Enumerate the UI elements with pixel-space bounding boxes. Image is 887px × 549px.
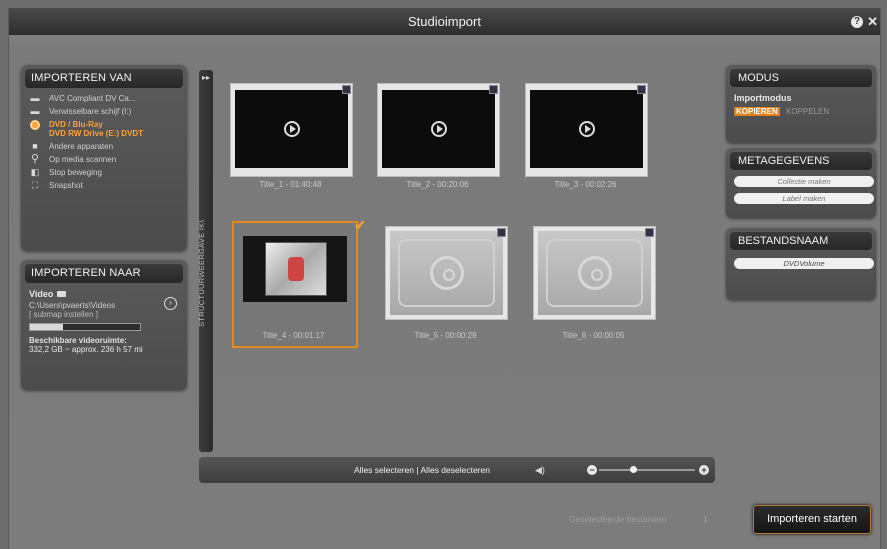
title-thumbnail-2[interactable]: Title_2 - 00:20:06	[377, 83, 500, 195]
title-label: Title_2 - 00:20:06	[406, 180, 469, 189]
metadata-heading: METAGEGEVENS	[730, 152, 872, 170]
filename-panel: BESTANDSNAAM	[726, 228, 876, 300]
selected-files-count: 1	[703, 514, 708, 524]
destination-options-icon[interactable]: ›	[164, 297, 177, 310]
source-label: Snapshot	[49, 181, 83, 190]
destination-path[interactable]: C:\Users\pvaerts\Videos	[29, 301, 179, 310]
title-label: Title_6 - 00:00:05	[562, 331, 625, 340]
camera-icon: ▬	[30, 93, 40, 103]
expand-arrows-icon[interactable]: ▸▸	[199, 73, 213, 82]
close-icon[interactable]: ✕	[867, 8, 878, 35]
storage-space-value: 332,2 GB ~ approx. 236 h 57 mi	[29, 345, 143, 354]
collection-field[interactable]	[734, 176, 874, 187]
mode-heading: MODUS	[730, 69, 872, 87]
selection-toolbar: Alles selecteren | Alles deselecteren ◀)…	[199, 457, 715, 483]
title-thumbnail-1[interactable]: Title_1 - 01:40:48	[230, 83, 353, 195]
studio-import-window: Studioimport ? ✕ IMPORTEREN VAN ▬ AVC Co…	[8, 8, 881, 549]
select-checkbox[interactable]	[497, 228, 506, 237]
title-bar: Studioimport ? ✕	[9, 8, 880, 35]
import-to-panel: IMPORTEREN NAAR Video › C:\Users\pvaerts…	[21, 260, 187, 390]
mode-copy-option[interactable]: KOPIËREN	[734, 107, 780, 116]
deselect-all-link[interactable]: Alles deselecteren	[421, 465, 490, 475]
folder-icon: ■	[32, 141, 38, 151]
disc-icon	[577, 256, 612, 290]
select-checkbox[interactable]	[342, 85, 351, 94]
help-icon[interactable]: ?	[851, 15, 864, 28]
separator: |	[416, 465, 419, 475]
import-from-panel: IMPORTEREN VAN ▬ AVC Compliant DV Ca... …	[21, 65, 187, 251]
window-title: Studioimport	[408, 14, 481, 29]
title-thumbnail-4[interactable]: ✔ Title_4 - 00:01:17	[232, 217, 366, 348]
storage-space-fill	[30, 324, 63, 330]
storage-space-label: Beschikbare videoruimte:	[29, 336, 127, 345]
title-thumbnail-3[interactable]: Title_3 - 00:02:26	[525, 83, 648, 195]
import-from-heading: IMPORTEREN VAN	[25, 69, 183, 88]
checkmark-icon[interactable]: ✔	[354, 217, 366, 234]
zoom-slider[interactable]	[599, 469, 695, 471]
source-item-other-devices[interactable]: ■ Andere apparaten	[29, 141, 179, 152]
title-label: Title_5 - 00:00:29	[414, 331, 477, 340]
source-item-camera[interactable]: ▬ AVC Compliant DV Ca...	[29, 93, 179, 104]
source-sublabel: DVD RW Drive (E:) DVDT	[49, 129, 144, 138]
zoom-in-icon[interactable]: +	[699, 465, 709, 475]
source-label: Andere apparaten	[49, 142, 114, 151]
select-checkbox[interactable]	[637, 85, 646, 94]
source-item-scan[interactable]: ⚲ Op media scannen	[29, 153, 179, 165]
select-checkbox[interactable]	[489, 85, 498, 94]
mode-link-option[interactable]: KOPPELEN	[786, 107, 829, 116]
source-label: Op media scannen	[49, 155, 117, 164]
structure-view-bar[interactable]: ▸▸ STRUCTUURWEERGAVE IK\	[197, 70, 213, 452]
speaker-icon[interactable]: ◀)	[535, 465, 545, 475]
title-thumbnail-5[interactable]: Title_5 - 00:00:29	[385, 226, 508, 340]
destination-type: Video	[29, 289, 54, 299]
import-to-heading: IMPORTEREN NAAR	[25, 264, 183, 283]
structure-view-label: STRUCTUURWEERGAVE IK\	[197, 220, 206, 327]
zoom-out-icon[interactable]: −	[587, 465, 597, 475]
subfolder-link[interactable]: [ submap instellen ]	[29, 310, 179, 319]
source-item-removable[interactable]: ▬ Verwisselbare schijf (I:)	[29, 106, 179, 117]
title-thumbnail-6[interactable]: Title_6 - 00:00:05	[533, 226, 656, 340]
source-label: Verwisselbare schijf (I:)	[49, 107, 132, 116]
zoom-slider-knob[interactable]	[629, 466, 637, 473]
metadata-panel: METAGEGEVENS	[726, 148, 876, 218]
play-icon[interactable]	[283, 121, 300, 137]
title-label: Title_1 - 01:40:48	[259, 180, 322, 189]
source-item-snapshot[interactable]: ⛶ Snapshot	[29, 180, 179, 191]
storage-space-bar	[29, 323, 141, 331]
selected-files-label: Geselecteerde bestanden	[569, 514, 667, 524]
disc-icon	[429, 256, 464, 290]
source-item-stop-motion[interactable]: ◧ Stop beweging	[29, 167, 179, 178]
source-label: DVD / Blu-Ray	[49, 120, 103, 129]
drive-icon: ▬	[30, 106, 40, 116]
title-label: Title_3 - 00:02:26	[554, 180, 617, 189]
select-all-link[interactable]: Alles selecteren	[354, 465, 414, 475]
title-label: Title_4 - 00:01:17	[262, 331, 325, 340]
snapshot-icon: ⛶	[31, 180, 39, 190]
source-label: AVC Compliant DV Ca...	[49, 94, 136, 103]
label-field[interactable]	[734, 193, 874, 204]
select-checkbox[interactable]	[645, 228, 654, 237]
start-import-button[interactable]: Importeren starten	[753, 505, 871, 534]
mode-panel: MODUS Importmodus KOPIËREN KOPPELEN	[726, 65, 876, 143]
source-label: Stop beweging	[49, 168, 102, 177]
filename-heading: BESTANDSNAAM	[730, 232, 872, 250]
play-icon[interactable]	[578, 121, 595, 137]
filename-field[interactable]	[734, 258, 874, 269]
stop-motion-icon: ◧	[30, 167, 40, 177]
import-mode-label: Importmodus	[734, 93, 792, 103]
disc-icon	[29, 120, 41, 130]
play-icon[interactable]	[430, 121, 447, 137]
source-item-dvd[interactable]: DVD / Blu-Ray DVD RW Drive (E:) DVDT	[29, 120, 179, 138]
folder-icon[interactable]	[57, 291, 67, 297]
search-icon: ⚲	[30, 153, 40, 165]
title-preview-image	[243, 236, 347, 302]
